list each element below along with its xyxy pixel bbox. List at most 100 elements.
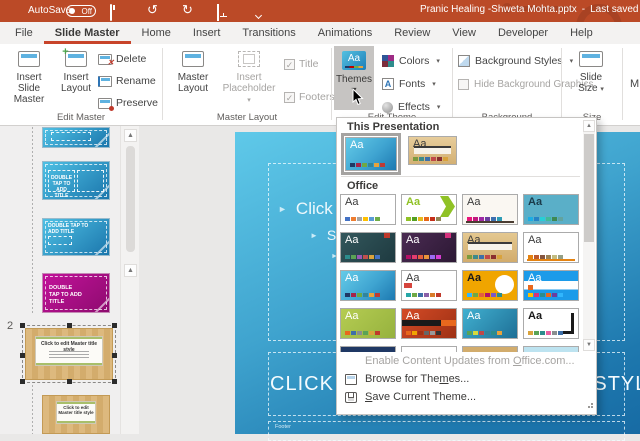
colors-icon — [382, 55, 394, 67]
theme-thumbnail[interactable]: Aa — [462, 194, 518, 225]
undo-button[interactable]: ↺ — [147, 2, 158, 18]
theme-thumbnail[interactable]: Aa — [340, 270, 396, 301]
scrollbar-thumb[interactable] — [584, 134, 594, 242]
autosave-state: Off — [81, 7, 92, 16]
browse-for-themes[interactable]: Browse for Themes... — [337, 370, 596, 388]
scroll-up-button[interactable]: ▲ — [583, 120, 595, 132]
group-separator — [622, 48, 623, 120]
layout-thumbnail-wood-layout[interactable]: Click to edit Master title style — [42, 395, 110, 434]
scroll-button[interactable]: ▲ — [124, 264, 137, 277]
section-header-this-presentation: This Presentation — [347, 121, 439, 133]
checkbox-checked-icon: ✓ — [284, 92, 295, 103]
selection-handle[interactable] — [20, 323, 25, 328]
theme-aa-label: Aa — [467, 234, 480, 246]
master-layout-button[interactable]: MasterLayout — [170, 47, 216, 94]
tab-home[interactable]: Home — [131, 22, 182, 44]
theme-thumbnail[interactable]: Aa — [401, 270, 457, 301]
layout-connector-line — [32, 385, 33, 434]
layout-thumbnail-wood-master[interactable]: Click to edit Master title style — [25, 328, 113, 380]
theme-thumbnail[interactable]: Aa — [523, 194, 579, 225]
tab-file[interactable]: File — [4, 22, 44, 44]
delete-button[interactable]: ✕ Delete — [98, 51, 146, 67]
theme-aa-label: Aa — [406, 272, 419, 284]
scrollbar-thumb[interactable] — [126, 146, 135, 252]
layout-thumbnail-blue-partial[interactable] — [42, 127, 110, 148]
selection-handle[interactable] — [67, 379, 72, 384]
theme-thumbnail[interactable]: Aa — [523, 270, 579, 301]
theme-aa-label: Aa — [467, 310, 480, 322]
themes-icon: Aa — [342, 51, 366, 70]
tab-developer[interactable]: Developer — [487, 22, 559, 44]
selection-handle[interactable] — [20, 353, 25, 358]
insert-layout-button[interactable]: + InsertLayout — [56, 47, 96, 94]
scroll-up-button[interactable]: ▲ — [124, 129, 137, 142]
tab-slide-master[interactable]: Slide Master — [44, 22, 131, 44]
panel-scrollbar[interactable]: ▲ ▲ — [120, 126, 139, 434]
save-icon — [345, 392, 357, 403]
theme-swatches — [467, 217, 502, 221]
theme-thumbnail[interactable]: Aa — [340, 194, 396, 225]
colors-button[interactable]: Colors▾ — [382, 53, 440, 69]
tab-insert[interactable]: Insert — [182, 22, 232, 44]
master-layout-icon — [182, 51, 204, 67]
theme-thumbnail[interactable]: Aa — [523, 232, 579, 263]
save-icon — [110, 4, 112, 21]
scroll-down-button[interactable]: ▼ — [583, 339, 595, 351]
theme-swatches — [528, 293, 563, 297]
theme-aa-label: Aa — [406, 310, 419, 322]
layout-thumbnail-blue-two-box[interactable]: DOUBLE TAP TO ADD TITLE — [42, 161, 110, 200]
theme-thumbnail[interactable]: Aa — [401, 308, 457, 339]
resize-grip[interactable] — [584, 403, 593, 412]
customize-quick-access-button[interactable] — [256, 6, 261, 22]
theme-thumbnail[interactable]: Aa — [462, 270, 518, 301]
save-button[interactable] — [110, 5, 112, 21]
delete-icon: ✕ — [98, 54, 112, 65]
theme-thumbnail[interactable]: Aa — [340, 308, 396, 339]
effects-icon — [382, 102, 393, 113]
preserve-button[interactable]: Preserve — [98, 95, 158, 111]
insert-slide-master-button[interactable]: Insert SlideMaster — [6, 47, 52, 105]
group-separator — [561, 48, 562, 120]
theme-thumbnail[interactable]: Aa — [523, 308, 579, 339]
selection-handle[interactable] — [112, 323, 117, 328]
theme-thumbnail[interactable]: Aa — [401, 194, 457, 225]
tab-review[interactable]: Review — [383, 22, 441, 44]
saved-status[interactable]: Last saved by user — [590, 4, 640, 15]
title-dash: - — [582, 4, 585, 15]
layout-thumbnail-magenta-title[interactable]: DOUBLE TAP TO ADD TITLE — [42, 273, 110, 313]
tab-view[interactable]: View — [441, 22, 487, 44]
selection-handle[interactable] — [20, 379, 25, 384]
autosave-toggle[interactable]: Off — [66, 5, 96, 17]
theme-swatches — [345, 293, 380, 297]
tab-help[interactable]: Help — [559, 22, 604, 44]
theme-accent-tab — [384, 233, 390, 238]
background-styles-icon — [458, 55, 470, 67]
theme-thumbnail[interactable]: Aa — [345, 137, 397, 171]
insert-placeholder-button: InsertPlaceholder ▾ — [220, 47, 278, 106]
redo-button[interactable]: ↻ — [182, 2, 193, 18]
selection-handle[interactable] — [67, 323, 72, 328]
background-styles-button[interactable]: Background Styles▾ — [458, 53, 573, 69]
tab-animations[interactable]: Animations — [307, 22, 383, 44]
this-presentation-themes: Aa Aa — [341, 133, 457, 171]
theme-thumbnail[interactable]: Aa — [340, 232, 396, 263]
theme-thumbnail[interactable]: Aa — [462, 308, 518, 339]
layout-thumbnail-blue-title[interactable]: DOUBLE TAP TO ADD TITLE — [42, 218, 110, 256]
theme-thumbnail[interactable]: Aa — [462, 232, 518, 263]
slide-size-button[interactable]: SlideSize ▾ — [568, 47, 614, 95]
footer-placeholder[interactable]: Footer — [268, 421, 625, 441]
clipped-ribbon-label: M — [630, 78, 639, 90]
selection-handle[interactable] — [112, 379, 117, 384]
bullet-arrow-icon: ► — [278, 204, 287, 214]
save-current-theme[interactable]: Save Current Theme... — [337, 388, 596, 406]
dropdown-scrollbar[interactable]: ▲ ▼ — [583, 120, 595, 351]
theme-accent-tab — [445, 233, 451, 238]
fonts-button[interactable]: A Fonts▾ — [382, 76, 436, 92]
rename-button[interactable]: Rename — [98, 73, 156, 89]
tab-transitions[interactable]: Transitions — [231, 22, 306, 44]
start-slideshow-button[interactable] — [217, 5, 219, 21]
theme-thumbnail[interactable]: Aa — [408, 136, 457, 165]
theme-thumbnail[interactable]: Aa — [401, 232, 457, 263]
slide-size-icon — [579, 51, 603, 67]
selection-handle[interactable] — [112, 353, 117, 358]
